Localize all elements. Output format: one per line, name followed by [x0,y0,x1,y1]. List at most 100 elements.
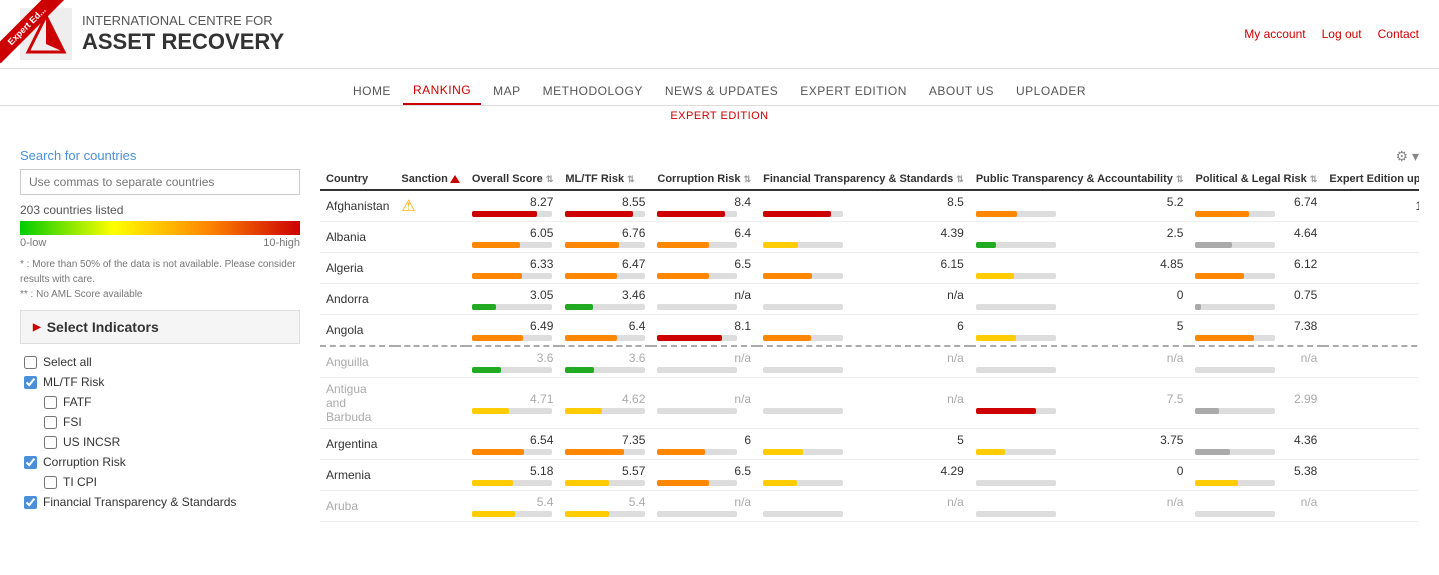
select-indicators-button[interactable]: ▶ Select Indicators [20,310,300,344]
bar [472,211,538,217]
table-cell: 8.5 [757,190,970,222]
bar [472,449,524,455]
ti-cpi-input[interactable] [44,476,57,489]
bar-container [565,408,645,414]
select-all-input[interactable] [24,356,37,369]
col-expert[interactable]: Expert Edition upated on ⇅ [1323,169,1419,190]
us-incsr-checkbox[interactable]: US INCSR [24,432,296,452]
table-cell: 6.47 [559,253,651,284]
country-cell[interactable]: Antigua and Barbuda [320,378,395,429]
table-cell: n/a [1189,346,1323,378]
col-corruption[interactable]: Corruption Risk ⇅ [651,169,757,190]
table-cell: n/a [970,346,1190,378]
country-cell[interactable]: Albania [320,222,395,253]
nav-bar: HOME RANKING MAP METHODOLOGY NEWS & UPDA… [0,69,1439,106]
nav-expert-edition[interactable]: EXPERT EDITION [790,78,917,104]
fts-label: Financial Transparency & Standards [43,495,236,509]
fatf-checkbox[interactable]: FATF [24,392,296,412]
country-cell[interactable]: Afghanistan [320,190,395,222]
bar [1195,304,1201,310]
col-country[interactable]: Country [320,169,395,190]
nav-ranking[interactable]: RANKING [403,77,481,105]
sanction-cell [395,429,465,460]
sanction-cell [395,346,465,378]
log-out-link[interactable]: Log out [1322,27,1362,41]
bar-container [1195,511,1275,517]
my-account-link[interactable]: My account [1244,27,1305,41]
bar [565,242,619,248]
table-cell: 3.05 [466,284,560,315]
col-pta[interactable]: Public Transparency & Accountability ⇅ [970,169,1190,190]
bar-container [565,480,645,486]
mltf-risk-checkbox[interactable]: ML/TF Risk [24,372,296,392]
col-sanction[interactable]: Sanction [395,169,465,190]
ti-cpi-checkbox[interactable]: TI CPI [24,472,296,492]
table-cell: 5 [970,315,1190,347]
bar-container [657,273,737,279]
col-overall[interactable]: Overall Score ⇅ [466,169,560,190]
country-cell[interactable]: Armenia [320,460,395,491]
fts-input[interactable] [24,496,37,509]
fts-checkbox[interactable]: Financial Transparency & Standards [24,492,296,512]
bar-container [1195,211,1275,217]
gradient-high: 10-high [263,237,300,249]
country-cell[interactable]: Anguilla [320,346,395,378]
bar [657,480,709,486]
nav-sub-expert[interactable]: EXPERT EDITION [670,110,768,122]
bar-container [763,242,843,248]
country-name: Aruba [326,499,358,513]
country-cell[interactable]: Angola [320,315,395,347]
indicators-panel: Select all ML/TF Risk FATF FSI US INCSR … [20,352,300,512]
bar-container [976,408,1056,414]
bar [565,273,616,279]
country-cell[interactable]: Algeria [320,253,395,284]
bar-container [472,367,552,373]
mltf-risk-input[interactable] [24,376,37,389]
sanction-cell [395,284,465,315]
country-cell[interactable]: Andorra [320,284,395,315]
bar-container [472,408,552,414]
bar [565,480,609,486]
select-all-checkbox[interactable]: Select all [24,352,296,372]
bar [763,211,831,217]
country-name: Armenia [326,468,371,482]
country-cell[interactable]: Aruba [320,491,395,522]
col-mltf[interactable]: ML/TF Risk ⇅ [559,169,651,190]
contact-link[interactable]: Contact [1378,27,1419,41]
table-cell: 4.64 [1189,222,1323,253]
corruption-risk-checkbox[interactable]: Corruption Risk [24,452,296,472]
nav-methodology[interactable]: METHODOLOGY [533,78,653,104]
corruption-risk-input[interactable] [24,456,37,469]
bar-container [1195,335,1275,341]
bar-container [1195,367,1275,373]
us-incsr-input[interactable] [44,436,57,449]
sort-asc-icon [450,175,460,183]
bar [1195,408,1218,414]
nav-home[interactable]: HOME [343,78,401,104]
country-name: Anguilla [326,355,369,369]
bar-container [565,511,645,517]
fatf-input[interactable] [44,396,57,409]
search-input[interactable] [20,169,300,195]
gear-icon[interactable]: ⚙ ▾ [1396,148,1419,165]
expert-cell: n/a [1323,315,1419,347]
nav-news[interactable]: NEWS & UPDATES [655,78,788,104]
col-plr[interactable]: Political & Legal Risk ⇅ [1189,169,1323,190]
bar-container [657,408,737,414]
country-cell[interactable]: Argentina [320,429,395,460]
sort-mltf-icon: ⇅ [627,174,635,184]
sanction-cell [395,460,465,491]
bar-container [657,480,737,486]
nav-uploader[interactable]: UPLOADER [1006,78,1096,104]
expert-cell: n/a [1323,346,1419,378]
table-cell: 8.27 [466,190,560,222]
bar-container [1195,449,1275,455]
col-fts[interactable]: Financial Transparency & Standards ⇅ [757,169,970,190]
nav-about[interactable]: ABOUT US [919,78,1004,104]
country-name: Algeria [326,261,363,275]
country-name: Antigua and Barbuda [326,382,371,424]
nav-map[interactable]: MAP [483,78,531,104]
fsi-input[interactable] [44,416,57,429]
fsi-checkbox[interactable]: FSI [24,412,296,432]
table-cell: 6.15 [757,253,970,284]
